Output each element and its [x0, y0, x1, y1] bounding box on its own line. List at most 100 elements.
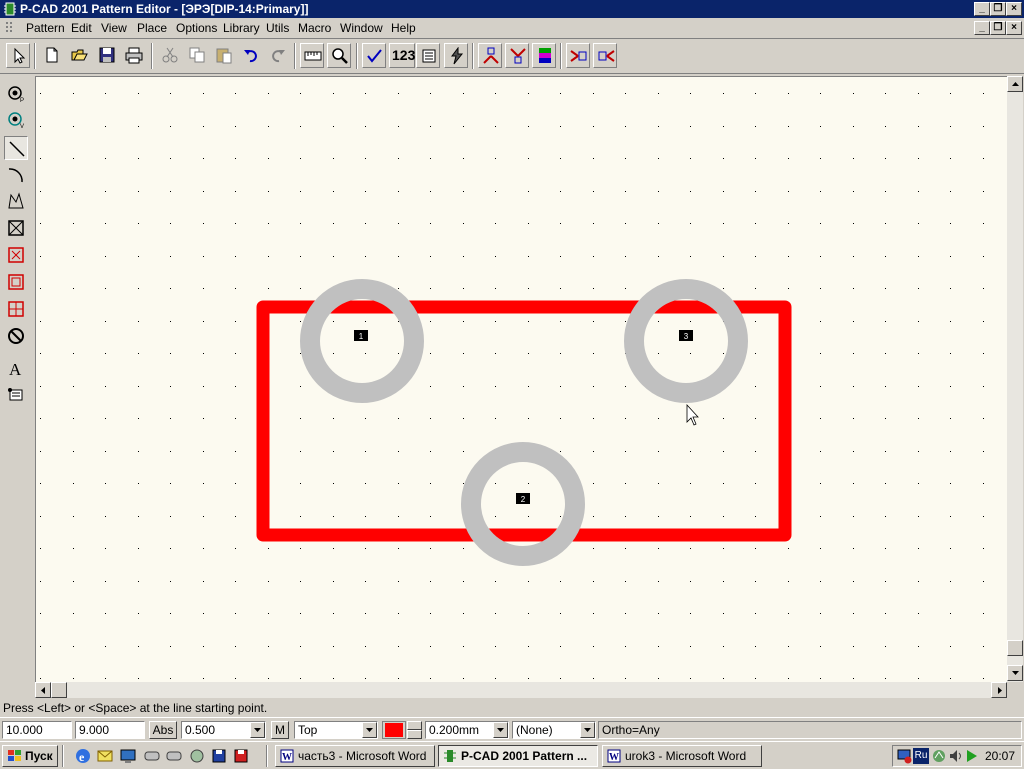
grid-dot: [73, 581, 74, 582]
show-desktop-icon[interactable]: [119, 747, 137, 765]
doc-close-button[interactable]: ×: [1006, 21, 1022, 35]
grid-select[interactable]: 0.500: [181, 721, 266, 739]
grid-dot: [430, 126, 431, 127]
menu-place[interactable]: Place: [137, 21, 167, 35]
drc-check-button[interactable]: [362, 43, 386, 68]
save-button[interactable]: [95, 43, 119, 68]
place-plane-button[interactable]: [4, 297, 28, 321]
layer-select[interactable]: Top: [294, 721, 378, 739]
place-attribute-button[interactable]: [4, 383, 28, 407]
net-select[interactable]: (None): [512, 721, 596, 739]
place-polygon-button[interactable]: [4, 189, 28, 213]
select-button[interactable]: [6, 43, 30, 68]
layer-dropdown-arrow[interactable]: [362, 722, 377, 738]
menu-view[interactable]: View: [101, 21, 127, 35]
layers-button[interactable]: [532, 43, 556, 68]
macro-button[interactable]: M: [271, 721, 289, 739]
task-word-urok3[interactable]: W urok3 - Microsoft Word: [602, 745, 762, 767]
quicklaunch-app-icon-2[interactable]: [165, 747, 183, 765]
place-cutout-button[interactable]: [4, 243, 28, 267]
x-coordinate-field[interactable]: 10.000: [2, 721, 72, 739]
horizontal-scrollbar[interactable]: [35, 682, 1007, 698]
grid-dot: [625, 483, 626, 484]
rotate-button[interactable]: [566, 43, 590, 68]
renumber-button[interactable]: 123: [389, 43, 415, 68]
new-button[interactable]: [40, 43, 64, 68]
place-arc-button[interactable]: [4, 163, 28, 187]
layer-spinner[interactable]: [407, 721, 422, 739]
print-button[interactable]: [122, 43, 146, 68]
y-coordinate-field[interactable]: 9.000: [75, 721, 145, 739]
via-style-button[interactable]: [505, 43, 529, 68]
outlook-express-icon[interactable]: [96, 747, 114, 765]
menu-pattern[interactable]: Pattern: [26, 21, 65, 35]
quicklaunch-app-icon[interactable]: [143, 747, 161, 765]
scroll-down-button[interactable]: [1007, 665, 1023, 681]
menu-library[interactable]: Library: [223, 21, 260, 35]
quicklaunch-app-icon-3[interactable]: [188, 747, 206, 765]
scroll-thumb[interactable]: [1007, 640, 1023, 656]
menu-edit[interactable]: Edit: [71, 21, 92, 35]
place-no-connect-button[interactable]: [4, 324, 28, 348]
minimize-button[interactable]: _: [974, 2, 990, 16]
grid-dot: [170, 613, 171, 614]
flip-button[interactable]: [593, 43, 617, 68]
explode-button[interactable]: [444, 43, 468, 68]
menu-options[interactable]: Options: [176, 21, 217, 35]
layer-down-button[interactable]: [407, 730, 422, 739]
abs-toggle-button[interactable]: Abs: [149, 721, 177, 739]
paste-button[interactable]: [212, 43, 236, 68]
quicklaunch-app-icon-4[interactable]: [211, 747, 229, 765]
doc-minimize-button[interactable]: _: [974, 21, 990, 35]
quicklaunch-save-icon[interactable]: [233, 747, 251, 765]
hscroll-thumb[interactable]: [51, 682, 67, 698]
zoom-button[interactable]: [327, 43, 351, 68]
menu-help[interactable]: Help: [391, 21, 416, 35]
grid-dot: [430, 321, 431, 322]
scroll-left-button[interactable]: [35, 682, 51, 698]
grid-dot: [918, 353, 919, 354]
menu-utils[interactable]: Utils: [266, 21, 289, 35]
close-button[interactable]: ×: [1006, 2, 1022, 16]
copy-button[interactable]: [185, 43, 209, 68]
place-via-button[interactable]: V: [4, 108, 28, 132]
pad-style-button[interactable]: [478, 43, 502, 68]
layer-up-button[interactable]: [407, 721, 422, 730]
place-line-button[interactable]: [4, 136, 28, 160]
doc-restore-button[interactable]: ❐: [990, 21, 1006, 35]
redo-button[interactable]: [266, 43, 290, 68]
language-indicator[interactable]: Ru: [913, 748, 929, 764]
tray-app-icon[interactable]: [965, 748, 979, 764]
net-dropdown-arrow[interactable]: [580, 722, 595, 738]
scroll-right-button[interactable]: [991, 682, 1007, 698]
cut-button[interactable]: [158, 43, 182, 68]
place-copper-pour-button[interactable]: [4, 216, 28, 240]
undo-button[interactable]: [239, 43, 263, 68]
grid-dot: [885, 581, 886, 582]
design-canvas[interactable]: 1 2 3: [35, 76, 1007, 682]
grid-dot: [268, 158, 269, 159]
grid-dropdown-arrow[interactable]: [250, 722, 265, 738]
menu-window[interactable]: Window: [340, 21, 383, 35]
task-pcad[interactable]: P-CAD 2001 Pattern ...: [438, 745, 598, 767]
tray-monitor-icon[interactable]: [897, 748, 913, 764]
menu-macro[interactable]: Macro: [298, 21, 331, 35]
open-button[interactable]: [68, 43, 92, 68]
tray-network-icon[interactable]: [931, 748, 947, 764]
grid-dot: [820, 548, 821, 549]
volume-icon[interactable]: [948, 748, 964, 764]
place-keepout-button[interactable]: [4, 270, 28, 294]
vertical-scrollbar[interactable]: [1007, 76, 1023, 682]
line-width-select[interactable]: 0.200mm: [425, 721, 509, 739]
restore-button[interactable]: ❐: [990, 2, 1006, 16]
scroll-up-button[interactable]: [1007, 76, 1023, 92]
line-width-dropdown-arrow[interactable]: [493, 722, 508, 738]
internet-explorer-icon[interactable]: e: [74, 747, 92, 765]
layer-color-button[interactable]: [382, 721, 406, 739]
task-word-chast3[interactable]: W часть3 - Microsoft Word: [275, 745, 435, 767]
measure-button[interactable]: [300, 43, 324, 68]
place-text-button[interactable]: A: [4, 356, 28, 380]
pattern-wizard-button[interactable]: [416, 43, 440, 68]
place-pad-button[interactable]: P: [4, 82, 28, 106]
start-button[interactable]: Пуск: [2, 745, 58, 767]
